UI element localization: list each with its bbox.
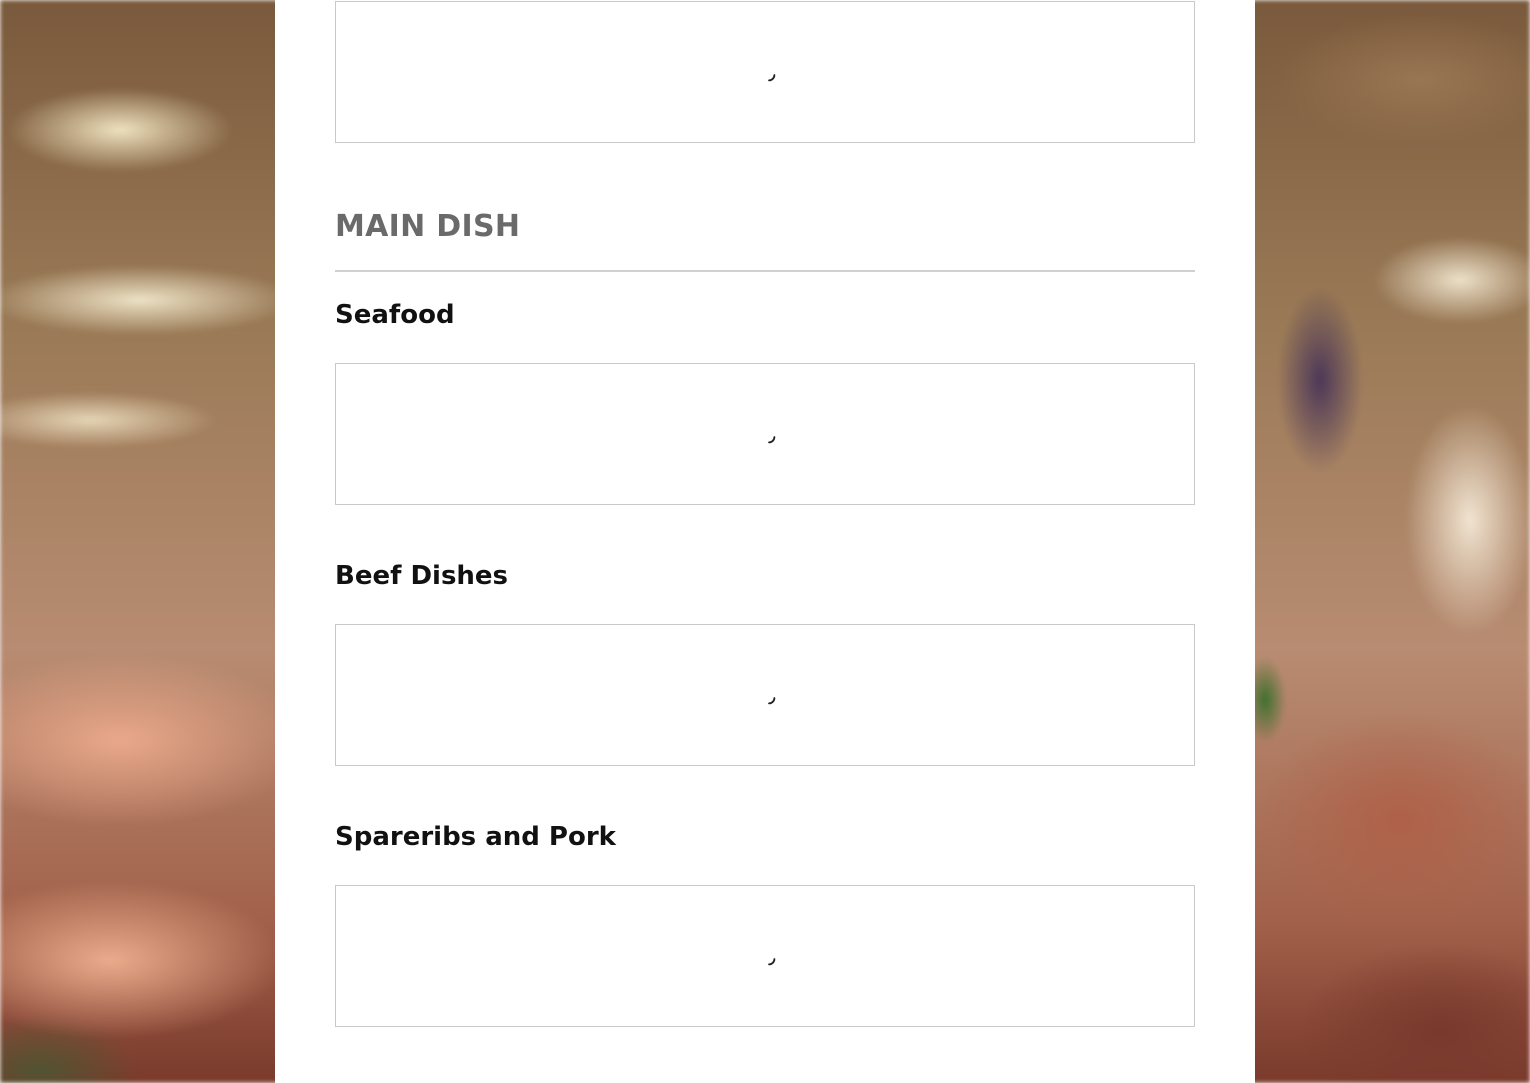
menu-items-box-spareribs-and-pork [335, 885, 1195, 1027]
loading-spinner-icon [768, 697, 776, 705]
loading-spinner-icon [768, 436, 776, 444]
loading-spinner-icon [768, 958, 776, 966]
category-title-spareribs-and-pork: Spareribs and Pork [335, 822, 616, 852]
category-title-seafood: Seafood [335, 300, 455, 330]
menu-items-box-seafood [335, 363, 1195, 505]
category-title-beef-dishes: Beef Dishes [335, 561, 509, 591]
menu-items-box-beef-dishes [335, 624, 1195, 766]
menu-items-box-previous [335, 1, 1195, 143]
section-divider [335, 270, 1195, 272]
menu-panel: MAIN DISH Seafood Beef Dishes Spareribs … [275, 0, 1255, 1083]
section-title-main-dish: MAIN DISH [335, 209, 521, 244]
loading-spinner-icon [768, 74, 776, 82]
